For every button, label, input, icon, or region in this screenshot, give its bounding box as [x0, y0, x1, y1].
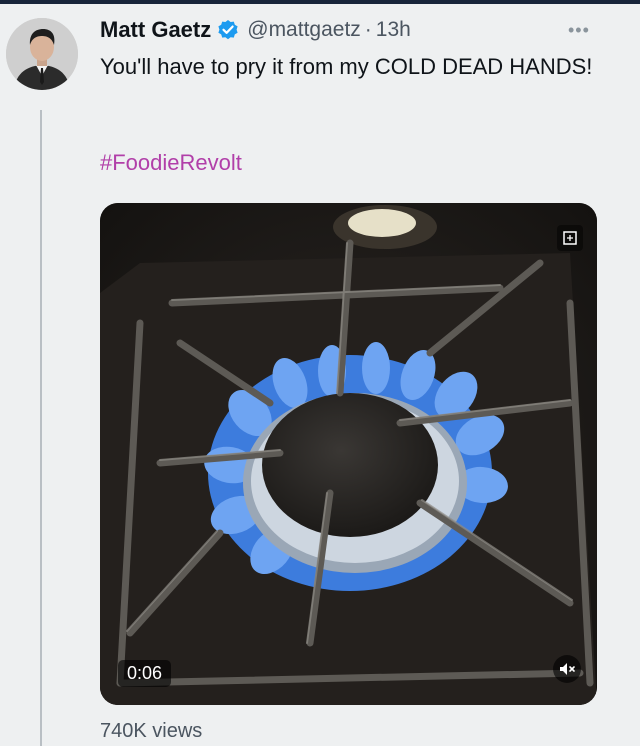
more-options-icon[interactable]: •••	[568, 20, 590, 41]
thread-line	[40, 110, 42, 746]
top-edge-bar	[0, 0, 640, 4]
video-timestamp: 0:06	[118, 660, 172, 687]
volume-muted-icon[interactable]	[553, 655, 581, 683]
view-count: 740K views	[100, 720, 203, 742]
author-name[interactable]: Matt Gaetz	[100, 17, 211, 43]
video-player[interactable]: 0:06	[100, 203, 597, 705]
avatar[interactable]	[6, 18, 78, 90]
tweet-header: Matt Gaetz @mattgaetz · 13h	[100, 14, 411, 46]
avatar-photo	[6, 18, 78, 90]
tweet-text: You'll have to pry it from my COLD DEAD …	[100, 54, 593, 79]
expand-icon[interactable]	[557, 225, 583, 251]
hashtag-link[interactable]: #FoodieRevolt	[100, 150, 242, 176]
author-handle[interactable]: @mattgaetz	[247, 18, 361, 42]
header-separator: ·	[364, 18, 372, 41]
tweet-time[interactable]: 13h	[376, 18, 411, 42]
verified-badge-icon	[217, 19, 239, 41]
gas-burner-video-frame	[100, 203, 597, 705]
